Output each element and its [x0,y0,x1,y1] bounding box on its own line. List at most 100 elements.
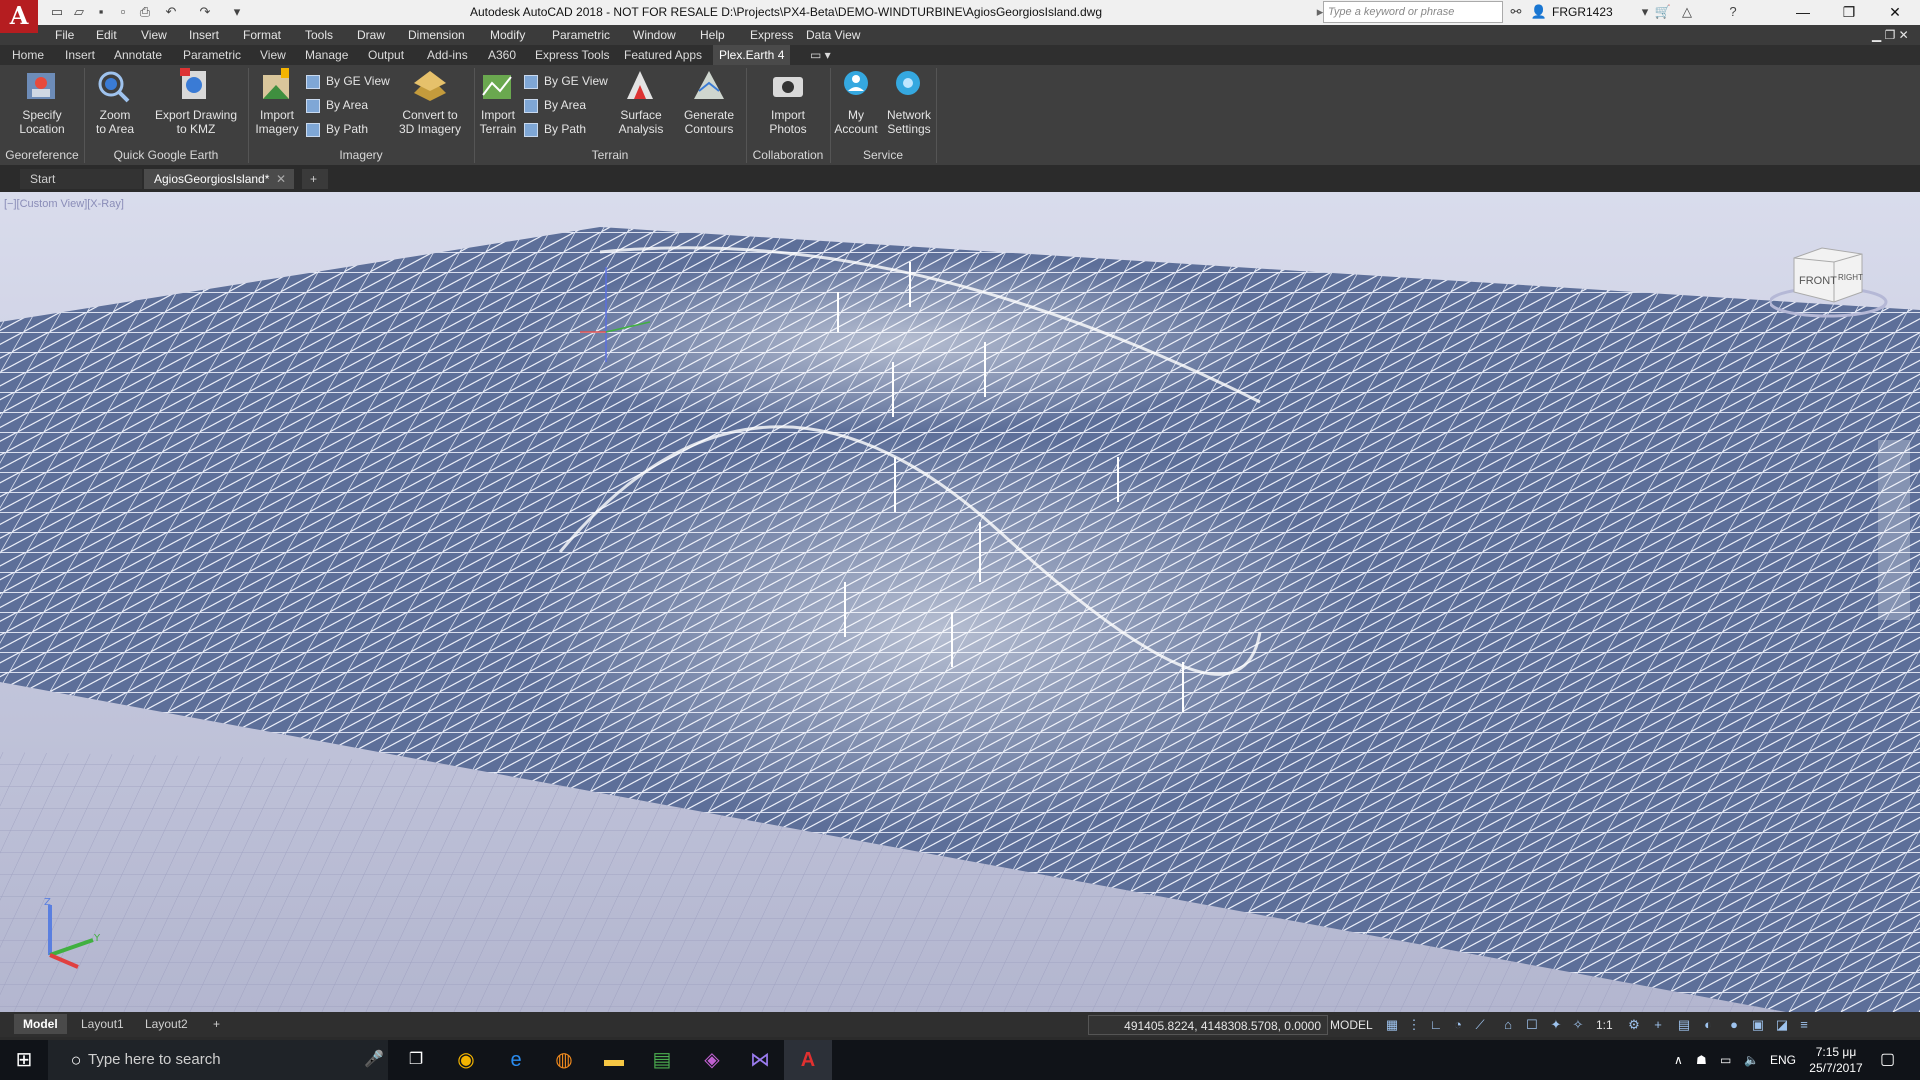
annotation-monitor-icon[interactable]: + [1650,1017,1666,1033]
user-dropdown-icon[interactable]: ▾ [1636,3,1654,21]
hardware-acceleration-icon[interactable]: ▣ [1750,1017,1766,1033]
volume-icon[interactable]: 🔈 [1744,1040,1759,1080]
new-file-icon[interactable]: ▭ [48,3,66,21]
menu-window[interactable]: Window [633,25,676,45]
tab-plex-earth[interactable]: Plex.Earth 4 [713,45,791,65]
tab-featured-apps[interactable]: Featured Apps [624,45,702,65]
tab-drawing[interactable]: AgiosGeorgiosIsland* ✕ [144,169,294,189]
terrain-by-area-button[interactable]: By Area [524,95,586,115]
edge-icon[interactable]: e [492,1040,540,1080]
quick-properties-icon[interactable]: ◐ [1700,1017,1716,1033]
osnap-tracking-icon[interactable]: ☐ [1524,1017,1540,1033]
isodraft-icon[interactable]: ⟋ [1472,1017,1488,1033]
doc-minimize-icon[interactable]: ▁ ❐ ✕ [1872,25,1909,45]
task-view-icon[interactable]: ❐ [392,1040,440,1080]
a360-icon[interactable]: △ [1678,3,1696,21]
imagery-by-ge-view-button[interactable]: By GE View [306,71,390,91]
user-icon[interactable]: 👤 [1530,3,1548,21]
menu-parametric[interactable]: Parametric [552,25,610,45]
import-photos-button[interactable]: Import Photos [758,108,818,136]
grid-icon[interactable]: ▦ [1384,1017,1400,1033]
tab-start[interactable]: Start [20,169,142,189]
units-icon[interactable]: ▤ [1676,1017,1692,1033]
language-indicator[interactable]: ENG [1770,1040,1796,1080]
tab-annotate[interactable]: Annotate [114,45,162,65]
tray-chevron-icon[interactable]: ∧ [1674,1040,1683,1080]
restore-icon[interactable]: ❐ [1826,0,1872,25]
tab-a360[interactable]: A360 [488,45,516,65]
network-settings-button[interactable]: Network Settings [882,108,936,136]
tab-output[interactable]: Output [368,45,404,65]
new-tab-icon[interactable]: + [302,169,328,189]
menu-edit[interactable]: Edit [96,25,117,45]
terrain-by-ge-view-button[interactable]: By GE View [524,71,608,91]
quick-access-dropdown-icon[interactable]: ▾ [228,3,246,21]
undo-icon[interactable]: ↶ [162,3,180,21]
terrain-by-path-button[interactable]: By Path [524,119,586,139]
ortho-icon[interactable]: ∟ [1428,1017,1444,1033]
application-menu-button[interactable]: A [0,0,38,33]
specify-location-button[interactable]: Specify Location [12,108,72,136]
import-terrain-button[interactable]: Import Terrain [476,108,520,136]
polar-icon[interactable]: ◔ [1450,1017,1466,1033]
save-icon[interactable]: ▪ [92,3,110,21]
tab-addins[interactable]: Add-ins [427,45,468,65]
tab-express-tools[interactable]: Express Tools [535,45,609,65]
auto-scale-icon[interactable]: ✧ [1570,1017,1586,1033]
add-layout-icon[interactable]: + [204,1014,229,1034]
model-space-button[interactable]: MODEL [1330,1015,1373,1035]
export-drawing-kmz-button[interactable]: Export Drawing to KMZ [150,108,242,136]
annotation-scale[interactable]: 1:1 [1596,1015,1613,1035]
menu-data-view[interactable]: Data View [806,25,860,45]
ribbon-minimize-icon[interactable]: ▭ ▾ [810,45,831,65]
tab-insert[interactable]: Insert [65,45,95,65]
convert-3d-imagery-button[interactable]: Convert to 3D Imagery [394,108,466,136]
tab-view[interactable]: View [260,45,286,65]
generate-contours-button[interactable]: Generate Contours [678,108,740,136]
minimize-icon[interactable]: — [1780,0,1826,25]
my-account-button[interactable]: My Account [832,108,880,136]
store-cart-icon[interactable]: 🛒 [1654,3,1672,21]
redo-icon[interactable]: ↷ [196,3,214,21]
battery-icon[interactable]: ▭ [1720,1040,1731,1080]
onenote-icon[interactable]: ◈ [688,1040,736,1080]
close-icon[interactable]: ✕ [1872,0,1918,25]
clean-screen-icon[interactable]: ◪ [1774,1017,1790,1033]
binoculars-icon[interactable]: ⚯ [1507,3,1525,21]
cortana-icon[interactable]: ○ [52,1040,100,1080]
save-as-icon[interactable]: ▫ [114,3,132,21]
microphone-icon[interactable]: 🎤 [350,1040,398,1080]
open-file-icon[interactable]: ▱ [70,3,88,21]
close-tab-icon[interactable]: ✕ [276,169,286,189]
imagery-by-area-button[interactable]: By Area [306,95,368,115]
firefox-icon[interactable]: ◍ [540,1040,588,1080]
help-icon[interactable]: ? [1724,3,1742,21]
menu-express[interactable]: Express [750,25,793,45]
file-explorer-icon[interactable]: ▬ [590,1040,638,1080]
imagery-by-path-button[interactable]: By Path [306,119,368,139]
clock[interactable]: 7:15 μμ 25/7/2017 [1806,1040,1866,1080]
viewcube-right-face[interactable]: RIGHT [1838,273,1863,282]
menu-view[interactable]: View [141,25,167,45]
menu-modify[interactable]: Modify [490,25,525,45]
help-search-input[interactable]: Type a keyword or phrase [1323,1,1503,23]
visual-studio-icon[interactable]: ⋈ [736,1040,784,1080]
viewport-controls-label[interactable]: [−][Custom View][X-Ray] [4,198,124,210]
tab-model[interactable]: Model [14,1014,67,1034]
tab-manage[interactable]: Manage [305,45,348,65]
windows-start-icon[interactable]: ⊞ [0,1040,48,1080]
action-center-icon[interactable]: ▢ [1880,1040,1895,1080]
import-imagery-button[interactable]: Import Imagery [252,108,302,136]
tab-home[interactable]: Home [12,45,44,65]
menu-dimension[interactable]: Dimension [408,25,465,45]
menu-tools[interactable]: Tools [305,25,333,45]
drawing-viewport[interactable] [0,192,1920,1014]
annotation-visibility-icon[interactable]: ✦ [1548,1017,1564,1033]
tab-layout2[interactable]: Layout2 [136,1014,197,1034]
zoom-to-area-button[interactable]: Zoom to Area [90,108,140,136]
tab-layout1[interactable]: Layout1 [72,1014,133,1034]
surface-analysis-button[interactable]: Surface Analysis [612,108,670,136]
network-icon[interactable]: ☗ [1696,1040,1707,1080]
chrome-icon[interactable]: ◉ [442,1040,490,1080]
viewcube-front-face[interactable]: FRONT [1799,275,1837,287]
